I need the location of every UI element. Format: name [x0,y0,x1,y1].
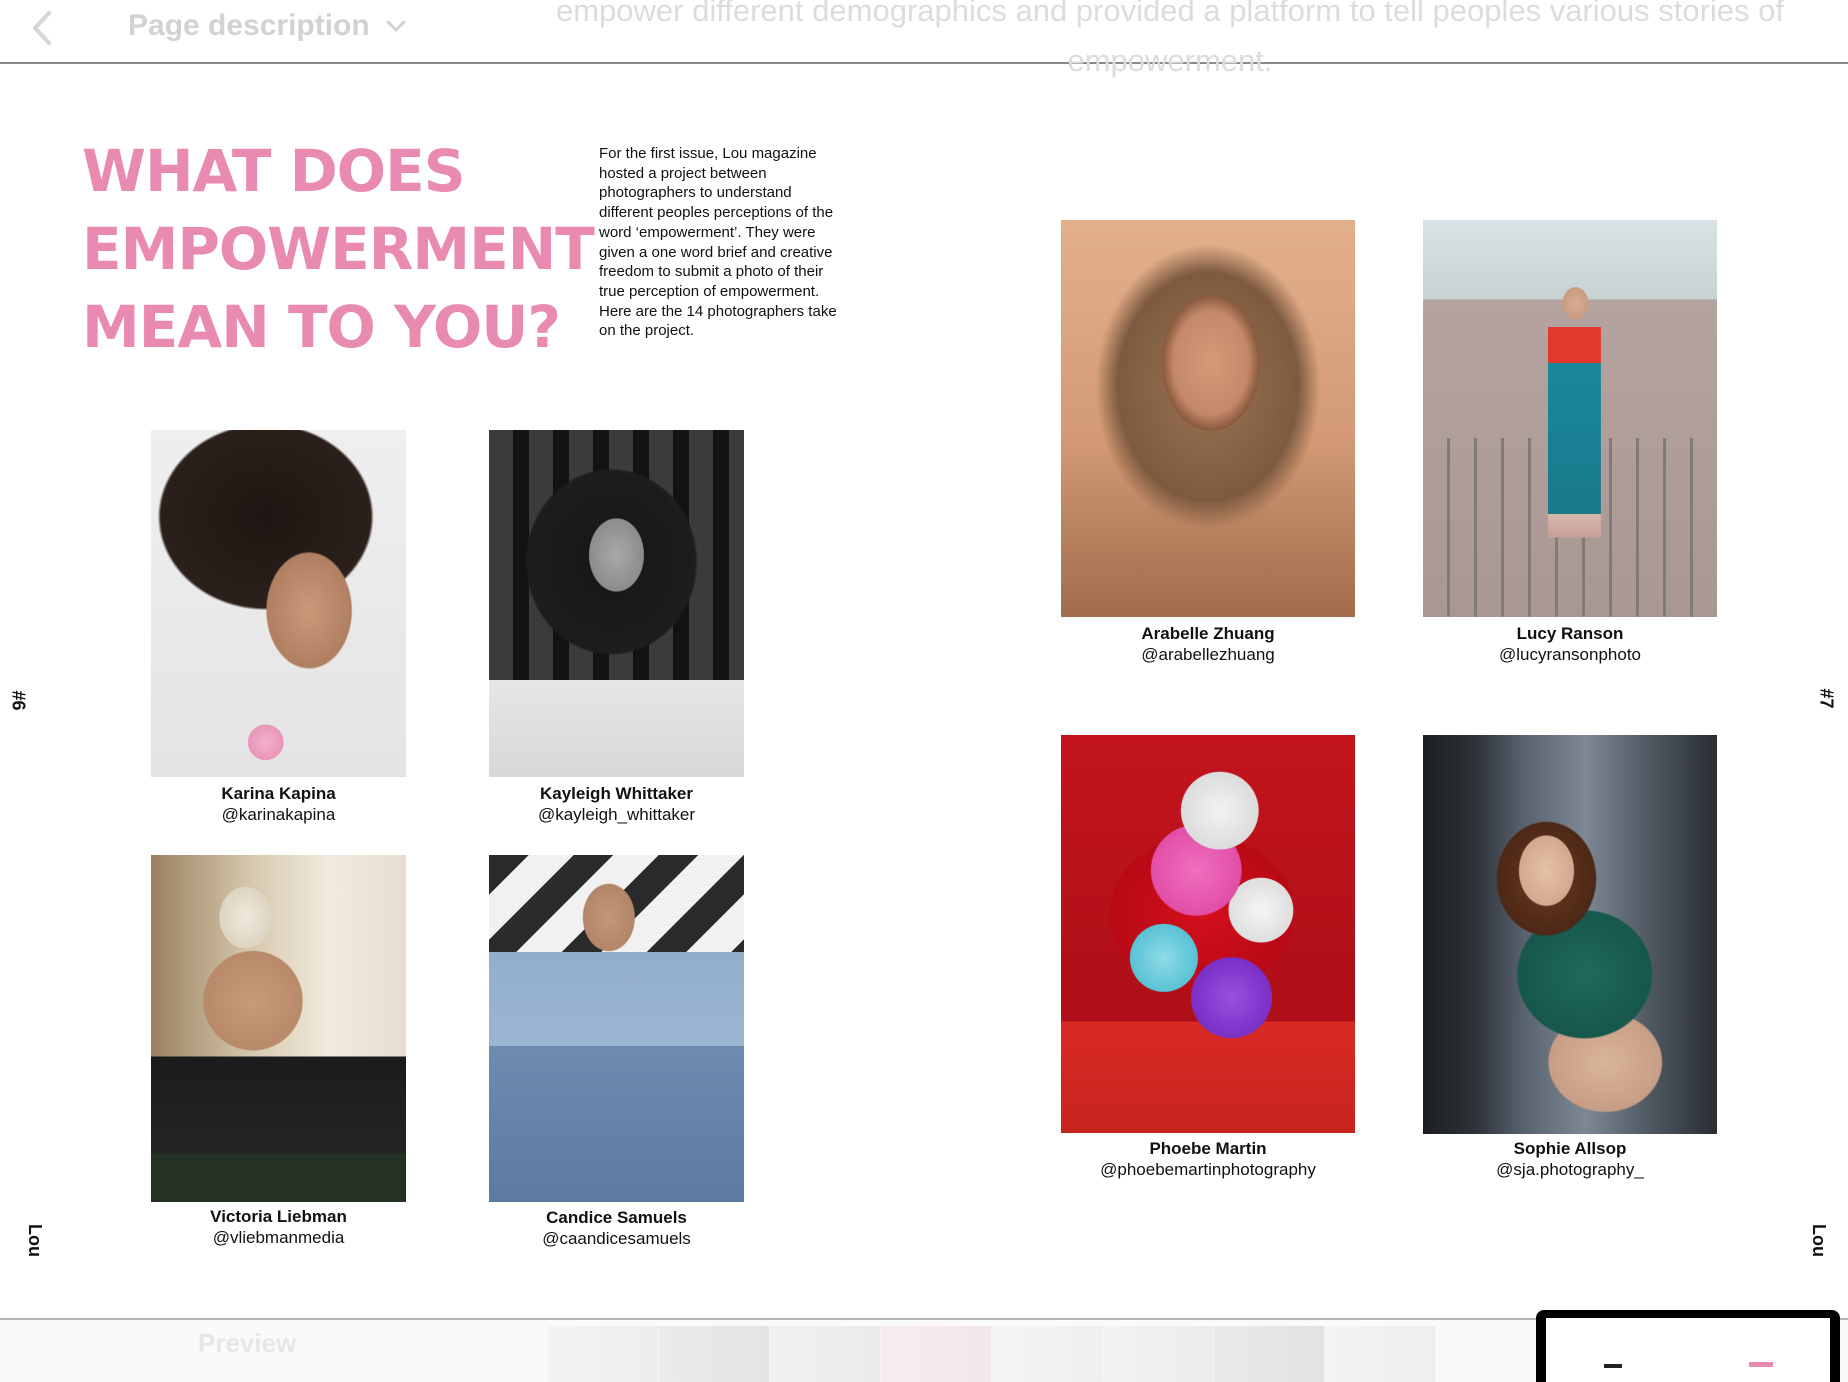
chevron-left-icon [33,11,51,45]
page-thumbnail[interactable] [1325,1326,1436,1382]
page-thumbnails [548,1326,1436,1382]
current-page-thumbnail[interactable] [1536,1310,1840,1382]
page-thumbnail[interactable] [992,1326,1103,1382]
photo-lucy-ranson [1423,220,1717,617]
caption-karina-kapina: Karina Kapina @karinakapina [221,784,336,824]
page-thumbnail[interactable] [1214,1326,1325,1382]
caption-candice-samuels: Candice Samuels @caandicesamuels [542,1208,691,1248]
photo-phoebe-martin [1061,735,1355,1133]
caption-arabelle-zhuang: Arabelle Zhuang @arabellezhuang [1141,624,1275,664]
photo-kayleigh-whittaker [489,430,744,777]
caption-kayleigh-whittaker: Kayleigh Whittaker @kayleigh_whittaker [537,784,696,824]
intro-paragraph: For the first issue, Lou magazine hosted… [599,145,837,340]
right-brand-label: Lou [1809,1224,1829,1257]
page-thumbnail[interactable] [770,1326,881,1382]
top-toolbar: empower different demographics and provi… [0,0,1848,78]
caption-sophie-allsop: Sophie Allsop @sja.photography_ [1496,1139,1644,1179]
page-description-label: Page description [128,9,370,42]
photo-arabelle-zhuang [1061,220,1355,617]
left-page-number: #6 [8,690,29,711]
background-article-text: empower different demographics and provi… [555,0,1785,78]
spread-headline: WHAT DOES EMPOWERMENT MEAN TO YOU? [82,137,595,361]
right-page-number: #7 [1816,688,1837,709]
caption-lucy-ranson: Lucy Ranson @lucyransonphoto [1498,624,1641,664]
page-thumbnail[interactable] [659,1326,770,1382]
page-thumbnail[interactable] [881,1326,992,1382]
photo-victoria-liebman [151,855,406,1202]
page-description-dropdown[interactable]: Page description [128,4,406,48]
photo-candice-samuels [489,855,744,1202]
page-thumbnail[interactable] [1103,1326,1214,1382]
photo-sophie-allsop [1423,735,1717,1134]
back-button[interactable] [20,4,64,52]
caption-phoebe-martin: Phoebe Martin @phoebemartinphotography [1100,1139,1316,1179]
chevron-down-icon [386,20,406,32]
left-brand-label: Lou [25,1224,45,1257]
preview-label: Preview [198,1328,297,1358]
page-thumbnail[interactable] [548,1326,659,1382]
caption-victoria-liebman: Victoria Liebman @vliebmanmedia [210,1207,347,1247]
photo-karina-kapina [151,430,406,777]
